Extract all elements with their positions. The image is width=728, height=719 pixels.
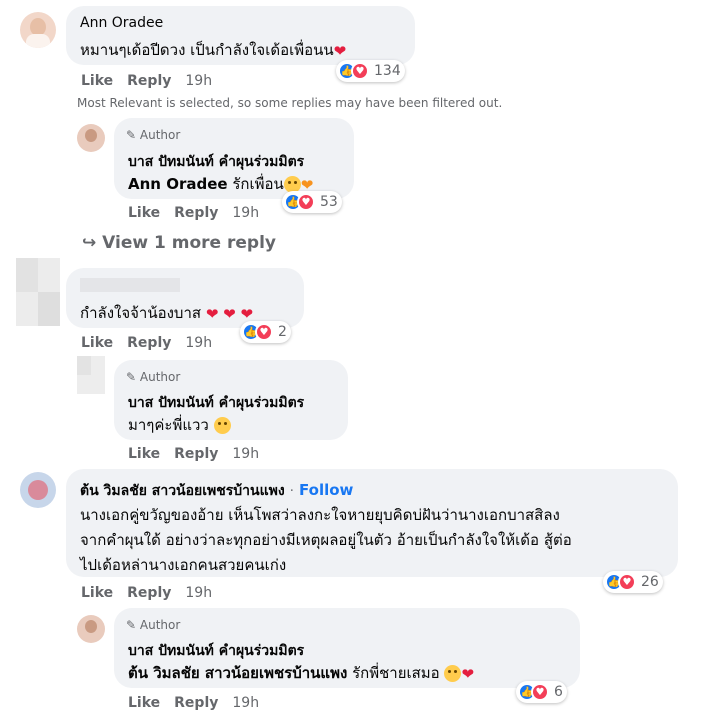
- avatar[interactable]: [20, 472, 56, 508]
- comment-author[interactable]: Ann Oradee: [80, 15, 163, 31]
- separator-dot: ·: [289, 484, 294, 499]
- reaction-summary[interactable]: 👍 ♥ 53: [282, 191, 342, 213]
- comment-actions: Like Reply 19h: [81, 73, 226, 89]
- timestamp[interactable]: 19h: [232, 446, 259, 462]
- author-badge-label: Author: [139, 128, 181, 142]
- like-button[interactable]: Like: [81, 73, 113, 89]
- avatar[interactable]: [16, 258, 60, 326]
- pencil-icon: ✎: [126, 370, 137, 384]
- reply-bubble: ✎ Author บาส ปัทมนันท์ คำผุนร่วมมิตร ต้น…: [114, 608, 580, 688]
- reply-button[interactable]: Reply: [127, 585, 171, 601]
- heart-emoji-icon: ❤: [461, 664, 475, 683]
- reaction-count: 2: [278, 324, 287, 340]
- avatar[interactable]: [77, 615, 105, 643]
- blurred-name: [80, 278, 180, 292]
- like-button[interactable]: Like: [128, 205, 160, 221]
- comment-text: มาๆค่ะพี่แวว: [128, 413, 231, 437]
- reaction-count: 26: [641, 574, 659, 590]
- reply-button[interactable]: Reply: [174, 446, 218, 462]
- reply-arrow-icon: ↪: [82, 233, 97, 253]
- author-badge: ✎ Author: [126, 618, 180, 632]
- reaction-summary[interactable]: 👍 ♥ 6: [516, 681, 567, 703]
- comment-text-body: หมานๆเด้อปีดวง เป็นกำลังใจเด้อเพื่อนน: [80, 41, 334, 59]
- pencil-icon: ✎: [126, 618, 137, 632]
- comment-text-body: รักพี่ชายเสมอ: [352, 664, 440, 682]
- comment-text-line: ไปเด้อหล่านางเอกคนสวยคนเก่ง: [80, 556, 287, 574]
- comment-actions: Like Reply 19h: [81, 585, 226, 601]
- reaction-count: 134: [374, 63, 401, 79]
- filter-notice: Most Relevant is selected, so some repli…: [77, 96, 503, 110]
- like-button[interactable]: Like: [81, 585, 113, 601]
- love-reaction-icon: ♥: [618, 573, 636, 591]
- follow-button[interactable]: Follow: [299, 481, 353, 499]
- pencil-icon: ✎: [126, 128, 137, 142]
- timestamp[interactable]: 19h: [232, 205, 259, 221]
- heart-emoji-icon: ❤: [333, 41, 347, 60]
- comment-actions: Like Reply 19h: [128, 695, 273, 711]
- reaction-summary[interactable]: 👍 ♥ 134: [336, 60, 405, 82]
- comment-actions: Like Reply 19h: [128, 446, 273, 462]
- comment-bubble: กำลังใจจ้าน้องบาส ❤ ❤ ❤: [66, 268, 304, 328]
- comment-text: กำลังใจจ้าน้องบาส ❤ ❤ ❤: [80, 301, 253, 325]
- love-reaction-icon: ♥: [531, 683, 549, 701]
- view-more-replies[interactable]: ↪ View 1 more reply: [82, 233, 276, 253]
- view-more-label: View 1 more reply: [102, 233, 276, 253]
- like-button[interactable]: Like: [128, 695, 160, 711]
- comment-text: หมานๆเด้อปีดวง เป็นกำลังใจเด้อเพื่อนน❤: [80, 38, 346, 62]
- like-button[interactable]: Like: [128, 446, 160, 462]
- avatar[interactable]: [77, 356, 105, 394]
- smiling-face-hearts-icon: [213, 417, 231, 434]
- avatar[interactable]: [20, 12, 56, 48]
- comment-author[interactable]: ต้น วิมลชัย สาวน้อยเพชรบ้านแพง: [80, 483, 285, 499]
- reply-button[interactable]: Reply: [174, 205, 218, 221]
- timestamp[interactable]: 19h: [185, 73, 212, 89]
- avatar[interactable]: [77, 124, 105, 152]
- comment-text-body: รักเพื่อน: [232, 175, 284, 193]
- smiling-face-hearts-icon: [444, 665, 462, 682]
- comment-text-line: นางเอกคู่ขวัญของอ้าย เห็นโพสว่าลงกะใจหาย…: [80, 506, 560, 524]
- comment-text: ต้น วิมลชัย สาวน้อยเพชรบ้านแพง รักพี่ชาย…: [128, 661, 474, 685]
- timestamp[interactable]: 19h: [185, 585, 212, 601]
- author-badge: ✎ Author: [126, 128, 180, 142]
- love-reaction-icon: ♥: [297, 193, 315, 211]
- like-button[interactable]: Like: [81, 335, 113, 351]
- reaction-summary[interactable]: 👍 ♥ 26: [603, 571, 663, 593]
- author-badge: ✎ Author: [126, 370, 180, 384]
- mention-tag[interactable]: Ann Oradee: [128, 175, 228, 193]
- love-reaction-icon: ♥: [255, 323, 273, 341]
- comment-text-body: กำลังใจจ้าน้องบาส: [80, 304, 202, 322]
- reply-button[interactable]: Reply: [127, 73, 171, 89]
- mention-tag[interactable]: ต้น วิมลชัย สาวน้อยเพชรบ้านแพง: [128, 664, 347, 682]
- reaction-summary[interactable]: 👍 ♥ 2: [240, 321, 291, 343]
- reply-bubble: ✎ Author บาส ปัทมนันท์ คำผุนร่วมมิตร มาๆ…: [114, 360, 348, 440]
- comment-author[interactable]: บาส ปัทมนันท์ คำผุนร่วมมิตร: [128, 640, 304, 662]
- comment-actions: Like Reply 19h: [128, 205, 273, 221]
- comment-bubble: ต้น วิมลชัย สาวน้อยเพชรบ้านแพง · Follow …: [66, 469, 678, 577]
- reply-button[interactable]: Reply: [127, 335, 171, 351]
- comment-actions: Like Reply 19h: [81, 335, 226, 351]
- comment-text-body: มาๆค่ะพี่แวว: [128, 416, 209, 434]
- comment-text-line: จากคำผุนใด้ อย่างว่าละทุกอย่างมีเหตุผลอย…: [80, 531, 572, 549]
- love-reaction-icon: ♥: [351, 62, 369, 80]
- reply-button[interactable]: Reply: [174, 695, 218, 711]
- heart-emoji-icon: ❤ ❤ ❤: [205, 304, 254, 323]
- reaction-count: 6: [554, 684, 563, 700]
- author-badge-label: Author: [139, 618, 181, 632]
- comment-bubble: Ann Oradee หมานๆเด้อปีดวง เป็นกำลังใจเด้…: [66, 6, 415, 65]
- author-badge-label: Author: [139, 370, 181, 384]
- comment-author[interactable]: บาส ปัทมนันท์ คำผุนร่วมมิตร: [128, 392, 304, 414]
- comment-author[interactable]: บาส ปัทมนันท์ คำผุนร่วมมิตร: [128, 151, 304, 173]
- timestamp[interactable]: 19h: [232, 695, 259, 711]
- reply-bubble: ✎ Author บาส ปัทมนันท์ คำผุนร่วมมิตร Ann…: [114, 118, 354, 199]
- reaction-count: 53: [320, 194, 338, 210]
- timestamp[interactable]: 19h: [185, 335, 212, 351]
